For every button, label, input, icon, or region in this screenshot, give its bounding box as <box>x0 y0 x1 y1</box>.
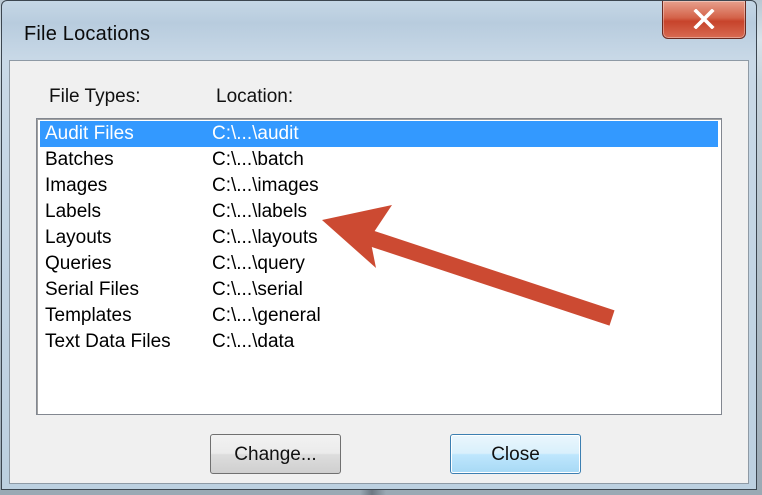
list-item[interactable]: Batches C:\...\batch <box>40 147 718 173</box>
file-type-label: Audit Files <box>45 123 134 144</box>
list-item[interactable]: Images C:\...\images <box>40 173 718 199</box>
list-item[interactable]: Templates C:\...\general <box>40 303 718 329</box>
location-value: C:\...\query <box>212 253 305 274</box>
change-button[interactable]: Change... <box>210 434 341 474</box>
file-locations-dialog: File Locations File Types: Location: Aud… <box>1 0 757 490</box>
location-value: C:\...\serial <box>212 279 303 300</box>
file-type-label: Labels <box>45 201 101 222</box>
location-value: C:\...\layouts <box>212 227 318 248</box>
file-type-label: Templates <box>45 305 132 326</box>
location-header: Location: <box>216 86 294 107</box>
location-value: C:\...\labels <box>212 201 308 222</box>
window-title: File Locations <box>24 23 151 45</box>
location-value: C:\...\audit <box>212 123 299 144</box>
list-item[interactable]: Queries C:\...\query <box>40 251 718 277</box>
location-value: C:\...\data <box>212 331 295 352</box>
window-close-button[interactable] <box>662 1 746 39</box>
file-type-label: Layouts <box>45 227 112 248</box>
close-button[interactable]: Close <box>450 434 581 474</box>
list-item[interactable]: Serial Files C:\...\serial <box>40 277 718 303</box>
location-value: C:\...\images <box>212 175 319 196</box>
close-x-icon <box>693 9 715 29</box>
file-type-label: Serial Files <box>45 279 139 300</box>
list-item[interactable]: Layouts C:\...\layouts <box>40 225 718 251</box>
file-type-label: Text Data Files <box>45 331 171 352</box>
file-type-label: Images <box>45 175 108 196</box>
dialog-body: File Types: Location: Audit Files C:\...… <box>9 60 749 484</box>
location-value: C:\...\batch <box>212 149 304 170</box>
file-types-header: File Types: <box>49 86 141 107</box>
location-value: C:\...\general <box>212 305 321 326</box>
list-item[interactable]: Audit Files C:\...\audit <box>40 121 718 147</box>
title-bar[interactable]: File Locations <box>2 1 756 61</box>
file-locations-list[interactable]: Audit Files C:\...\audit Batches C:\...\… <box>36 118 722 415</box>
list-item[interactable]: Text Data Files C:\...\data <box>40 329 718 355</box>
list-item[interactable]: Labels C:\...\labels <box>40 199 718 225</box>
file-type-label: Batches <box>45 149 114 170</box>
file-type-label: Queries <box>45 253 112 274</box>
